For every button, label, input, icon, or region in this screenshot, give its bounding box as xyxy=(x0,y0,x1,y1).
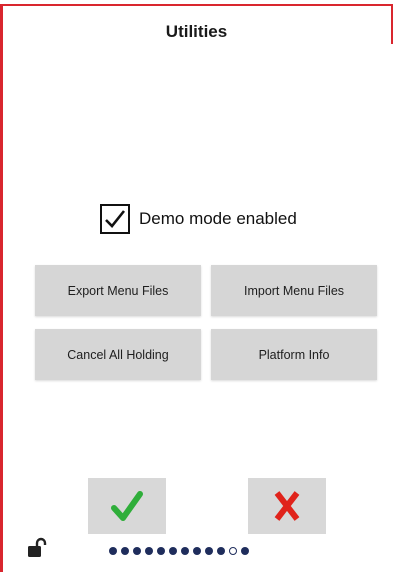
red-x-icon xyxy=(274,491,300,521)
frame-border-top xyxy=(0,4,393,6)
green-check-icon xyxy=(111,491,143,521)
demo-mode-label: Demo mode enabled xyxy=(139,209,297,228)
confirm-button[interactable] xyxy=(88,478,166,534)
page-indicator xyxy=(109,547,249,555)
page-dot-current[interactable] xyxy=(229,547,237,555)
unlocked-padlock-icon[interactable] xyxy=(26,537,48,559)
demo-mode-row[interactable]: Demo mode enabled xyxy=(100,202,297,236)
platform-info-button[interactable]: Platform Info xyxy=(211,329,377,380)
export-menu-files-button[interactable]: Export Menu Files xyxy=(35,265,201,316)
page-dot[interactable] xyxy=(157,547,165,555)
cancel-all-holding-button[interactable]: Cancel All Holding xyxy=(35,329,201,380)
page-dot[interactable] xyxy=(109,547,117,555)
page-dot[interactable] xyxy=(133,547,141,555)
page-dot[interactable] xyxy=(241,547,249,555)
page-dot[interactable] xyxy=(193,547,201,555)
utilities-screen: Utilities Demo mode enabled Export Menu … xyxy=(0,0,393,572)
page-dot[interactable] xyxy=(169,547,177,555)
page-dot[interactable] xyxy=(217,547,225,555)
page-dot[interactable] xyxy=(121,547,129,555)
checkmark-icon xyxy=(105,210,126,228)
frame-border-left xyxy=(0,4,3,572)
page-title: Utilities xyxy=(165,22,228,41)
cancel-button[interactable] xyxy=(248,478,326,534)
page-dot[interactable] xyxy=(181,547,189,555)
page-dot[interactable] xyxy=(145,547,153,555)
page-dot[interactable] xyxy=(205,547,213,555)
demo-mode-checkbox[interactable] xyxy=(100,204,130,234)
import-menu-files-button[interactable]: Import Menu Files xyxy=(211,265,377,316)
